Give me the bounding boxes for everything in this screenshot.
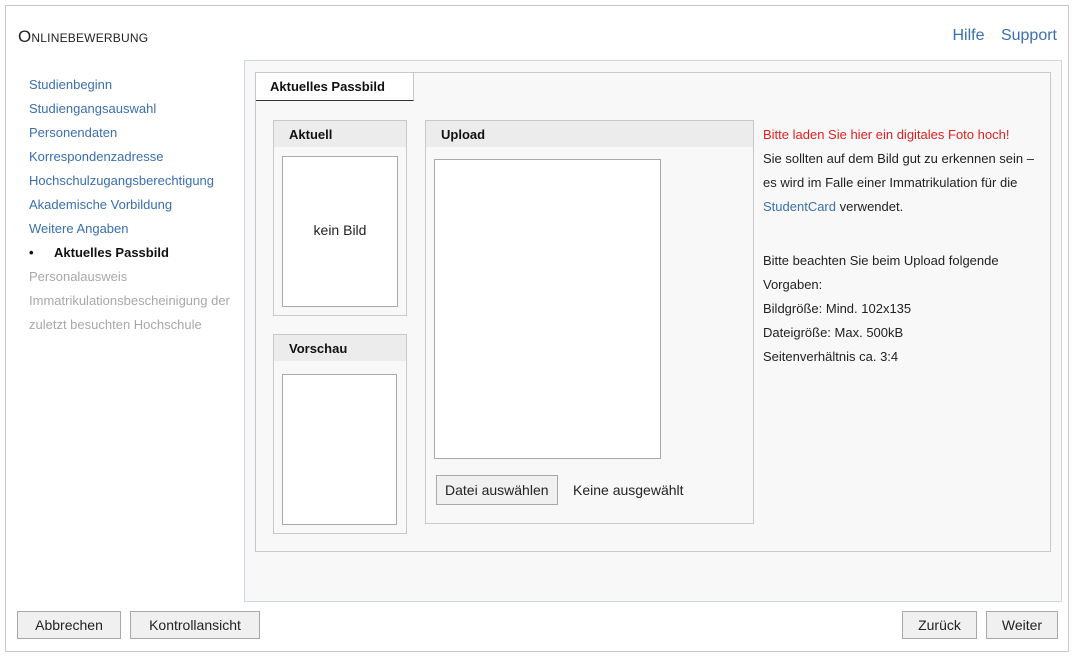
upload-heading: Upload (426, 121, 753, 147)
rule-size: Bildgröße: Mind. 102x135 (763, 301, 912, 316)
sidebar-item-studienbeginn[interactable]: Studienbeginn (29, 73, 244, 97)
sidebar-item-personalausweis: Personalausweis (29, 269, 128, 284)
next-button[interactable]: Weiter (986, 611, 1058, 639)
rule-ratio: Seitenverhältnis ca. 3:4 (763, 349, 899, 364)
upload-description-end: verwendet. (839, 199, 904, 214)
review-button[interactable]: Kontrollansicht (130, 611, 260, 639)
preview-heading: Vorschau (274, 335, 406, 361)
sidebar-item-weitere-angaben[interactable]: Weitere Angaben (29, 217, 244, 241)
sidebar-nav: Studienbeginn Studiengangsauswahl Person… (29, 73, 244, 337)
preview-box: Vorschau (273, 334, 407, 534)
preview-frame (282, 374, 397, 525)
no-image-label: kein Bild (313, 222, 367, 238)
sidebar-item-hochschulzugangsberechtigung[interactable]: Hochschulzugangsberechtigung (29, 169, 244, 193)
current-photo-frame: kein Bild (282, 156, 398, 307)
current-photo-box: Aktuell kein Bild (273, 120, 407, 316)
main-content: Aktuelles Passbild Aktuell kein Bild Vor… (244, 60, 1062, 602)
top-links: Hilfe Support (940, 27, 1057, 45)
page-title: Onlinebewerbung (18, 27, 149, 46)
sidebar-item-immatrikulationsbescheinigung-cont: zuletzt besuchten Hochschule (29, 317, 202, 332)
rules-intro: Bitte beachten Sie beim Upload folgende … (763, 253, 999, 292)
help-link[interactable]: Hilfe (952, 27, 984, 44)
upload-image-area[interactable] (434, 159, 661, 459)
upload-highlight: Bitte laden Sie hier ein digitales Foto … (763, 127, 1010, 142)
support-link[interactable]: Support (1001, 27, 1057, 44)
upload-box: Upload Datei auswählen Keine ausgewählt (425, 120, 754, 524)
back-button[interactable]: Zurück (902, 611, 977, 639)
sidebar-item-personendaten[interactable]: Personendaten (29, 121, 244, 145)
cancel-button[interactable]: Abbrechen (17, 611, 121, 639)
tab-aktuelles-passbild[interactable]: Aktuelles Passbild (256, 73, 414, 101)
sidebar-item-aktuelles-passbild: Aktuelles Passbild (29, 241, 244, 265)
upload-description: Sie sollten auf dem Bild gut zu erkennen… (763, 147, 1048, 219)
upload-instructions: Bitte laden Sie hier ein digitales Foto … (763, 123, 1048, 369)
sidebar-item-akademische-vorbildung[interactable]: Akademische Vorbildung (29, 193, 244, 217)
sidebar-item-korrespondenzadresse[interactable]: Korrespondenzadresse (29, 145, 244, 169)
upload-description-text: Sie sollten auf dem Bild gut zu erkennen… (763, 151, 1035, 190)
choose-file-button[interactable]: Datei auswählen (436, 475, 558, 505)
rule-filesize: Dateigröße: Max. 500kB (763, 325, 904, 340)
sidebar-item-immatrikulationsbescheinigung: Immatrikulationsbescheinigung der (29, 293, 230, 308)
file-status: Keine ausgewählt (573, 482, 684, 498)
current-photo-heading: Aktuell (274, 121, 406, 147)
studentcard-link[interactable]: StudentCard (763, 199, 836, 214)
tab-panel: Aktuelles Passbild Aktuell kein Bild Vor… (255, 72, 1051, 552)
sidebar-item-studiengangsauswahl[interactable]: Studiengangsauswahl (29, 97, 244, 121)
